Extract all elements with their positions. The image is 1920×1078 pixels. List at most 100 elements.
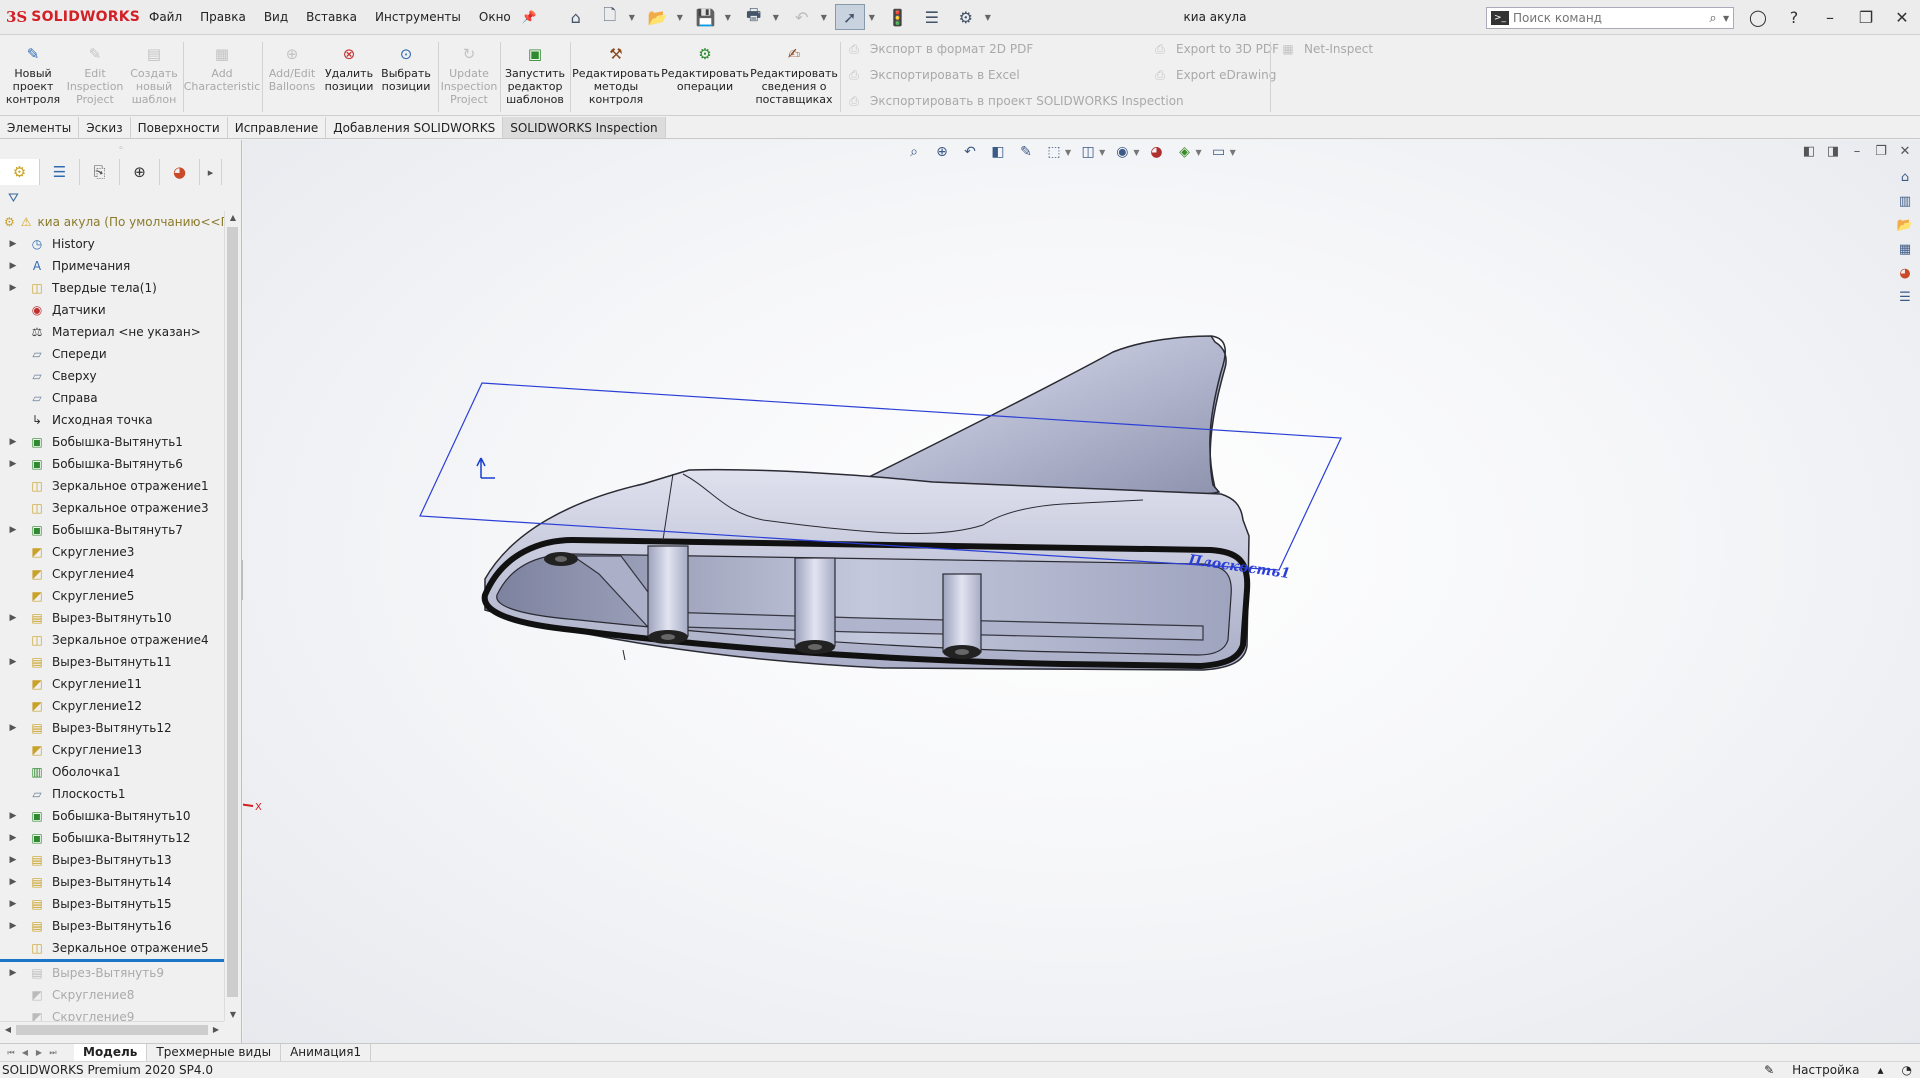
file-properties-icon[interactable]: ☰ — [917, 4, 947, 30]
tree-item[interactable]: ▶ ▤ Вырез-Вытянуть14 — [0, 871, 224, 893]
export-excel-button[interactable]: ⎙ Экспортировать в Excel — [846, 68, 1020, 82]
tree-item[interactable]: ▶ ▤ Вырез-Вытянуть16 — [0, 915, 224, 937]
options-caret-icon[interactable]: ▼ — [985, 13, 995, 22]
tree-item[interactable]: ▱ Сверху — [0, 365, 224, 387]
search-caret-icon[interactable]: ▼ — [1723, 14, 1733, 23]
tree-item[interactable]: ◫ Зеркальное отражение5 — [0, 937, 224, 959]
tab-animation1[interactable]: Анимация1 — [281, 1044, 372, 1061]
tree-item[interactable]: ▶ ▣ Бобышка-Вытянуть10 — [0, 805, 224, 827]
tree-item[interactable]: ◩ Скругление12 — [0, 695, 224, 717]
expand-arrow-icon[interactable]: ▶ — [6, 877, 20, 887]
user-account-icon[interactable]: ◯ — [1740, 8, 1776, 27]
expand-arrow-icon[interactable]: ▶ — [6, 811, 20, 821]
delete-balloons-button[interactable]: ⊗ Удалить позиции — [322, 44, 376, 114]
tree-item[interactable]: ▶ ▣ Бобышка-Вытянуть6 — [0, 453, 224, 475]
tree-item[interactable]: ▶ ▣ Бобышка-Вытянуть12 — [0, 827, 224, 849]
tab-3d-views[interactable]: Трехмерные виды — [147, 1044, 282, 1061]
prev-tab-icon[interactable]: ◀ — [18, 1048, 32, 1058]
select-pointer-icon[interactable]: ➚ — [834, 4, 865, 30]
panel-collapse-handle[interactable]: ◦ — [0, 140, 242, 158]
shark-fin-model-view[interactable]: Плоскость1 Y X — [243, 140, 1920, 1043]
export-2d-pdf-button[interactable]: ⎙ Экспорт в формат 2D PDF — [846, 42, 1033, 56]
export-inspection-project-button[interactable]: ⎙ Экспортировать в проект SOLIDWORKS Ins… — [846, 94, 1183, 108]
expand-arrow-icon[interactable]: ▶ — [6, 833, 20, 843]
add-characteristic-button[interactable]: ▦ Add Characteristic — [184, 44, 261, 114]
dimxpertmanager-icon[interactable]: ⊕ — [120, 159, 160, 185]
tree-item[interactable]: ▶ ▤ Вырез-Вытянуть15 — [0, 893, 224, 915]
menu-edit[interactable]: Правка — [191, 0, 255, 35]
tree-root-part[interactable]: ⚙ ⚠ киа акула (По умолчанию<<П — [0, 211, 224, 233]
expand-arrow-icon[interactable]: ▶ — [6, 723, 20, 733]
tree-item[interactable]: ▶ ▤ Вырез-Вытянуть10 — [0, 607, 224, 629]
pin-icon[interactable]: 📌 — [522, 10, 537, 24]
home-icon[interactable]: ⌂ — [561, 4, 591, 30]
last-tab-icon[interactable]: ⏭ — [46, 1048, 60, 1058]
tree-item[interactable]: ▶ A Примечания — [0, 255, 224, 277]
expand-arrow-icon[interactable]: ▶ — [6, 239, 20, 249]
tree-item[interactable]: ◩ Скругление13 — [0, 739, 224, 761]
filter-icon[interactable]: ⛛ — [8, 192, 22, 206]
tab-repair[interactable]: Исправление — [228, 117, 327, 138]
tree-item[interactable]: ▶ ▤ Вырез-Вытянуть13 — [0, 849, 224, 871]
menu-insert[interactable]: Вставка — [297, 0, 366, 35]
search-input[interactable] — [1513, 11, 1703, 25]
hscroll-thumb[interactable] — [16, 1025, 208, 1035]
scroll-right-icon[interactable]: ▶ — [208, 1022, 224, 1038]
customize-label[interactable]: Настройка — [1792, 1062, 1859, 1078]
tree-vertical-scrollbar[interactable]: ▲ ▼ — [224, 211, 240, 1021]
tree-item[interactable]: ↳ Исходная точка — [0, 409, 224, 431]
menu-file[interactable]: Файл — [140, 0, 191, 35]
propertymanager-icon[interactable]: ☰ — [40, 159, 80, 185]
scroll-up-icon[interactable]: ▲ — [225, 213, 241, 222]
expand-arrow-icon[interactable]: ▶ — [6, 261, 20, 271]
expand-arrow-icon[interactable]: ▶ — [6, 283, 20, 293]
save-icon[interactable]: 💾 — [691, 4, 721, 30]
tab-solidworks-inspection[interactable]: SOLIDWORKS Inspection — [503, 117, 666, 138]
new-document-icon[interactable]: 🗋 — [595, 4, 625, 30]
displaymanager-icon[interactable]: ◕ — [160, 159, 200, 185]
next-tab-icon[interactable]: ▶ — [32, 1048, 46, 1058]
edit-inspection-methods-button[interactable]: ⚒ Редактировать методы контроля — [572, 44, 660, 114]
tree-item[interactable]: ▱ Спереди — [0, 343, 224, 365]
tree-item[interactable]: ▶ ◫ Твердые тела(1) — [0, 277, 224, 299]
customize-caret-icon[interactable]: ▴ — [1877, 1062, 1883, 1078]
expand-arrow-icon[interactable]: ▶ — [6, 968, 20, 978]
edit-inspection-project-button[interactable]: ✎ Edit Inspection Project — [64, 44, 126, 114]
menu-window[interactable]: Окно — [470, 0, 520, 35]
tree-item[interactable]: ▶ ▣ Бобышка-Вытянуть1 — [0, 431, 224, 453]
solidworks-logo[interactable]: 3S SOLIDWORKS — [0, 0, 140, 35]
configurationmanager-icon[interactable]: ⎘ — [80, 159, 120, 185]
tree-item[interactable]: ◩ Скругление3 — [0, 541, 224, 563]
update-inspection-project-button[interactable]: ↻ Update Inspection Project — [440, 44, 498, 114]
open-caret-icon[interactable]: ▼ — [677, 13, 687, 22]
help-icon[interactable]: ? — [1776, 8, 1812, 27]
rebuild-traffic-light-icon[interactable]: 🚦 — [883, 4, 913, 30]
undo-icon[interactable]: ↶ — [787, 4, 817, 30]
rebuild-status-icon[interactable]: ✎ — [1764, 1062, 1774, 1078]
add-edit-balloons-button[interactable]: ⊕ Add/Edit Balloons — [266, 44, 318, 114]
print-caret-icon[interactable]: ▼ — [773, 13, 783, 22]
options-gear-icon[interactable]: ⚙ — [951, 4, 981, 30]
menu-tools[interactable]: Инструменты — [366, 0, 470, 35]
tree-item[interactable]: ▶ ▤ Вырез-Вытянуть12 — [0, 717, 224, 739]
tree-item[interactable]: ▶ ▤ Вырез-Вытянуть11 — [0, 651, 224, 673]
tree-item[interactable]: ▱ Плоскость1 — [0, 783, 224, 805]
expand-arrow-icon[interactable]: ▶ — [6, 459, 20, 469]
expand-arrow-icon[interactable]: ▶ — [6, 437, 20, 447]
new-inspection-project-button[interactable]: ✎ Новый проект контроля — [6, 44, 60, 114]
tree-horizontal-scrollbar[interactable]: ◀ ▶ — [0, 1021, 224, 1037]
tab-features[interactable]: Элементы — [0, 117, 80, 138]
expand-arrow-icon[interactable]: ▶ — [6, 657, 20, 667]
undo-caret-icon[interactable]: ▼ — [821, 13, 831, 22]
expand-arrow-icon[interactable]: ▶ — [6, 613, 20, 623]
close-icon[interactable]: ✕ — [1884, 8, 1920, 27]
edit-operations-button[interactable]: ⚙ Редактировать операции — [661, 44, 749, 114]
expand-arrow-icon[interactable]: ▶ — [6, 525, 20, 535]
net-inspect-button[interactable]: ▦ Net-Inspect — [1280, 42, 1373, 56]
search-icon[interactable]: ⌕ — [1703, 11, 1723, 26]
scroll-down-icon[interactable]: ▼ — [225, 1010, 241, 1019]
expand-arrow-icon[interactable]: ▶ — [6, 921, 20, 931]
select-balloons-button[interactable]: ⊙ Выбрать позиции — [378, 44, 434, 114]
menu-view[interactable]: Вид — [255, 0, 297, 35]
tree-item[interactable]: ◫ Зеркальное отражение3 — [0, 497, 224, 519]
